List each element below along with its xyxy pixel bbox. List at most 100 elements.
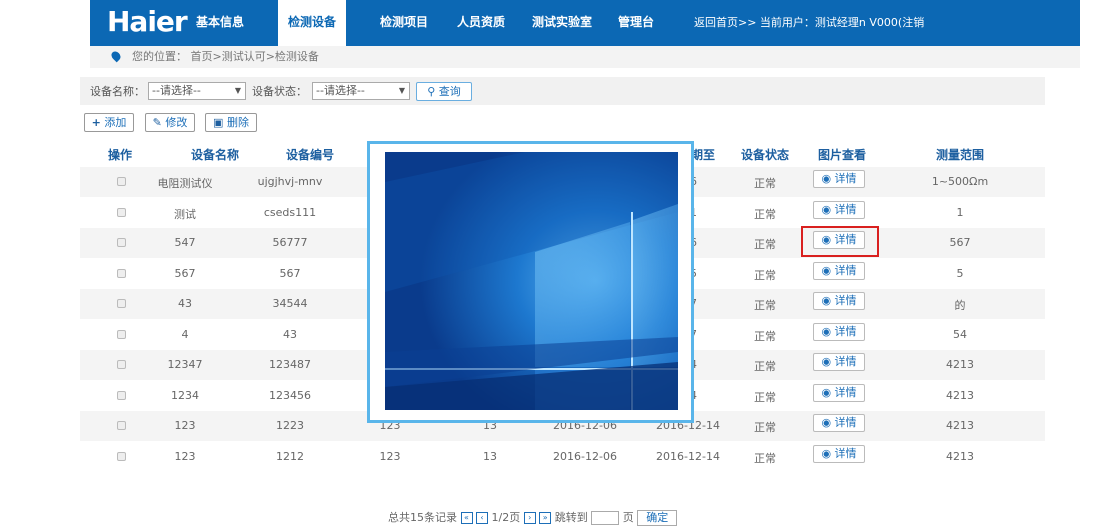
cell-col3: 123 [379,449,401,463]
delete-button[interactable]: ▣ 删除 [205,113,257,132]
page-indicator: 1/2页 [491,511,521,524]
eye-icon: ◉ [821,416,835,429]
cell-name: 123 [174,419,196,432]
trash-icon: ▣ [213,116,224,129]
status-filter-label: 设备状态： [252,85,307,98]
breadcrumb-text: 您的位置： 首页>测试认可>检测设备 [132,50,319,63]
cell-range: 54 [953,327,967,341]
row-checkbox[interactable] [117,390,126,400]
prev-page-icon[interactable]: ‹ [476,512,488,524]
filter-bar: 设备名称： --请选择-- ▼ 设备状态： --请选择-- ▼ ⚲ 查询 [80,77,1045,105]
nav-lab[interactable]: 测试实验室 [529,0,595,46]
detail-button[interactable]: ◉ 详情 [813,414,865,432]
cell-status: 正常 [754,299,776,312]
cell-code: 123487 [269,358,311,371]
row-checkbox[interactable] [117,451,126,461]
cell-code: 56777 [272,236,308,249]
eye-icon: ◉ [821,294,835,307]
eye-icon: ◉ [821,355,835,368]
eye-icon: ◉ [821,202,835,216]
detail-button[interactable]: ◉ 详情 [813,322,865,341]
confirm-button[interactable]: 确定 [637,510,678,526]
name-select-value: --请选择-- [152,84,201,97]
cell-status: 正常 [754,451,776,465]
detail-button[interactable]: ◉ 详情 [813,170,865,188]
first-page-icon[interactable]: « [460,512,473,524]
eye-icon: ◉ [821,172,835,185]
cell-col4: 13 [483,449,497,463]
image-preview-popup[interactable] [367,141,694,423]
cell-name: 547 [174,236,196,249]
add-button[interactable]: + 添加 [84,113,134,132]
detail-button[interactable]: ◉ 详情 [813,383,865,402]
status-select-value: --请选择-- [316,84,365,97]
cell-name: 123 [174,449,196,463]
add-label: 添加 [104,116,127,129]
query-button[interactable]: ⚲ 查询 [416,82,472,101]
detail-button[interactable]: ◉ 详情 [813,444,865,463]
eye-icon: ◉ [821,263,835,277]
row-checkbox[interactable] [117,360,126,369]
cell-name: 测试 [174,207,196,221]
nav-personnel[interactable]: 人员资质 [455,0,507,46]
status-select[interactable]: --请选择-- ▼ [312,82,410,100]
page-unit: 页 [622,511,634,524]
row-checkbox[interactable] [117,299,126,308]
table-row: 123 1212 123 13 2016-12-06 2016-12-14 正常 4213 ◉ … [80,442,1045,472]
detail-label: 详情 [834,294,857,307]
eye-icon: ◉ [821,385,835,399]
detail-button[interactable]: ◉ 详情 [813,261,865,280]
cell-status: 正常 [754,238,776,251]
col-header-status: 设备状态 [740,148,789,162]
cell-name: 567 [174,266,196,280]
nav-test-items[interactable]: 检测项目 [378,0,430,46]
delete-label: 删除 [226,116,249,129]
row-checkbox[interactable] [117,177,126,186]
header: Haier 基本信息 检测设备 检测项目 人员资质 测试实验室 管理台 返回首页… [0,0,1110,46]
cell-code: ujgjhvj-mnv [257,175,323,188]
nav-basic-info[interactable]: 基本信息 [194,0,246,46]
cell-range: 567 [949,236,971,249]
detail-button[interactable]: ◉ 详情 [813,200,865,219]
cell-range: 4213 [946,419,974,432]
dropdown-arrow-icon: ▼ [234,86,241,95]
detail-label: 详情 [834,263,857,277]
cell-code: 567 [279,266,301,280]
cell-status: 正常 [754,360,776,373]
location-pin-icon [109,49,123,63]
row-checkbox[interactable] [117,329,126,339]
next-page-icon[interactable]: › [523,512,536,524]
cell-code: cseds111 [263,205,317,219]
cell-range: 1 [956,205,964,219]
user-info[interactable]: 返回首页>> 当前用户：测试经理n V000(注销 [694,0,924,46]
detail-label: 详情 [834,324,857,338]
row-checkbox[interactable] [117,421,126,430]
haier-logo: Haier [107,5,188,38]
nav-test-equipment[interactable]: 检测设备 [278,0,346,46]
pencil-icon: ✎ [152,116,162,129]
jump-page-input[interactable] [591,511,620,525]
cell-name: 电阻测试仪 [157,177,213,190]
cell-status: 正常 [754,390,776,404]
row-checkbox[interactable] [117,207,126,217]
eye-icon: ◉ [821,324,835,338]
detail-button[interactable]: ◉ 详情 [813,353,865,371]
detail-button[interactable]: ◉ 详情 [813,292,865,310]
cell-code: 34544 [272,297,308,310]
detail-label: 详情 [834,446,857,460]
detail-label: 详情 [834,416,857,429]
cell-range: 的 [954,299,966,312]
name-select[interactable]: --请选择-- ▼ [148,82,246,100]
nav-admin[interactable]: 管理台 [616,0,656,46]
cell-name: 12347 [167,358,203,371]
eye-icon: ◉ [821,446,835,460]
last-page-icon[interactable]: » [539,512,552,524]
cell-status: 正常 [754,207,776,221]
cell-range: 4213 [946,449,974,463]
edit-button[interactable]: ✎ 修改 [145,113,195,132]
row-checkbox[interactable] [117,238,126,247]
cell-range: 4213 [946,388,974,402]
cell-code: 123456 [269,388,311,402]
detail-label: 详情 [834,385,857,399]
row-checkbox[interactable] [117,268,126,278]
